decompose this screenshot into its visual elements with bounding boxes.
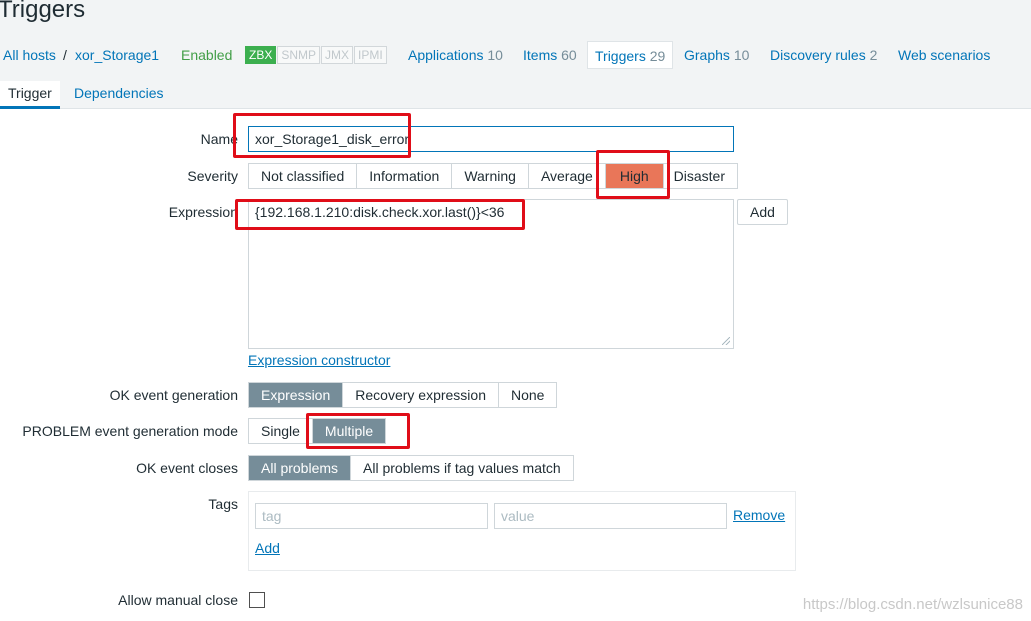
severity-warning[interactable]: Warning [452, 164, 529, 188]
tag-value-input[interactable]: value [494, 503, 727, 529]
problem-mode-label: PROBLEM event generation mode [22, 423, 238, 439]
availability-badges: ZBX SNMP JMX IPMI [245, 46, 388, 64]
ok-gen-expression[interactable]: Expression [249, 383, 344, 407]
ipmi-badge: IPMI [354, 46, 387, 64]
expression-add-button[interactable]: Add [737, 199, 788, 225]
severity-label: Severity [187, 168, 238, 184]
all-hosts-link[interactable]: All hosts [3, 41, 56, 69]
page-title: Triggers [0, 0, 86, 23]
allow-manual-close-checkbox[interactable] [249, 592, 265, 608]
severity-not-classified[interactable]: Not classified [249, 164, 358, 188]
host-navigation: All hosts / xor_Storage1 Enabled ZBX SNM… [0, 41, 1031, 69]
tab-trigger[interactable]: Trigger [0, 81, 60, 109]
ok-event-generation-label: OK event generation [109, 387, 238, 403]
tags-label: Tags [208, 496, 238, 512]
jmx-badge: JMX [321, 46, 354, 64]
host-name-link[interactable]: xor_Storage1 [75, 41, 159, 69]
host-status-enabled[interactable]: Enabled [181, 41, 232, 69]
watermark: https://blog.csdn.net/wzlsunice88 [802, 596, 1023, 613]
problem-mode-single[interactable]: Single [249, 419, 313, 443]
allow-manual-close-label: Allow manual close [118, 592, 238, 608]
ok-event-closes-selector: All problems All problems if tag values … [248, 455, 574, 481]
severity-selector: Not classified Information Warning Avera… [248, 163, 738, 189]
ok-closes-all-problems[interactable]: All problems [249, 456, 352, 480]
tab-dependencies[interactable]: Dependencies [66, 81, 172, 109]
snmp-badge: SNMP [277, 46, 321, 64]
problem-mode-multiple[interactable]: Multiple [312, 419, 386, 443]
nav-discovery-rules[interactable]: Discovery rules 2 [770, 41, 877, 69]
name-input[interactable]: xor_Storage1_disk_error [248, 126, 734, 152]
nav-graphs[interactable]: Graphs 10 [684, 41, 749, 69]
expression-textarea[interactable]: {192.168.1.210:disk.check.xor.last()}<36 [248, 199, 734, 349]
tag-name-input[interactable]: tag [255, 503, 488, 529]
expression-text: {192.168.1.210:disk.check.xor.last()}<36 [255, 204, 505, 220]
severity-information[interactable]: Information [357, 164, 453, 188]
expression-label: Expression [168, 204, 238, 220]
resize-handle-icon[interactable] [722, 337, 730, 345]
breadcrumb-separator: / [63, 47, 67, 63]
ok-closes-tag-match[interactable]: All problems if tag values match [351, 456, 573, 480]
severity-disaster[interactable]: Disaster [664, 164, 737, 188]
severity-average[interactable]: Average [529, 164, 606, 188]
severity-high[interactable]: High [605, 164, 664, 188]
nav-applications[interactable]: Applications 10 [408, 41, 503, 69]
problem-mode-selector: Single Multiple [248, 418, 387, 444]
ok-event-generation-selector: Expression Recovery expression None [248, 382, 558, 408]
expression-constructor-link[interactable]: Expression constructor [248, 352, 390, 368]
form-tabs: Trigger Dependencies [0, 81, 1031, 109]
nav-items[interactable]: Items 60 [523, 41, 577, 69]
zbx-badge: ZBX [245, 46, 277, 64]
nav-triggers[interactable]: Triggers 29 [587, 41, 674, 69]
nav-web-scenarios[interactable]: Web scenarios [898, 41, 990, 69]
ok-event-closes-label: OK event closes [136, 460, 238, 476]
name-label: Name [200, 131, 238, 147]
tag-add-link[interactable]: Add [255, 540, 280, 556]
ok-gen-recovery-expression[interactable]: Recovery expression [343, 383, 499, 407]
tag-remove-link[interactable]: Remove [733, 507, 785, 523]
ok-gen-none[interactable]: None [499, 383, 556, 407]
